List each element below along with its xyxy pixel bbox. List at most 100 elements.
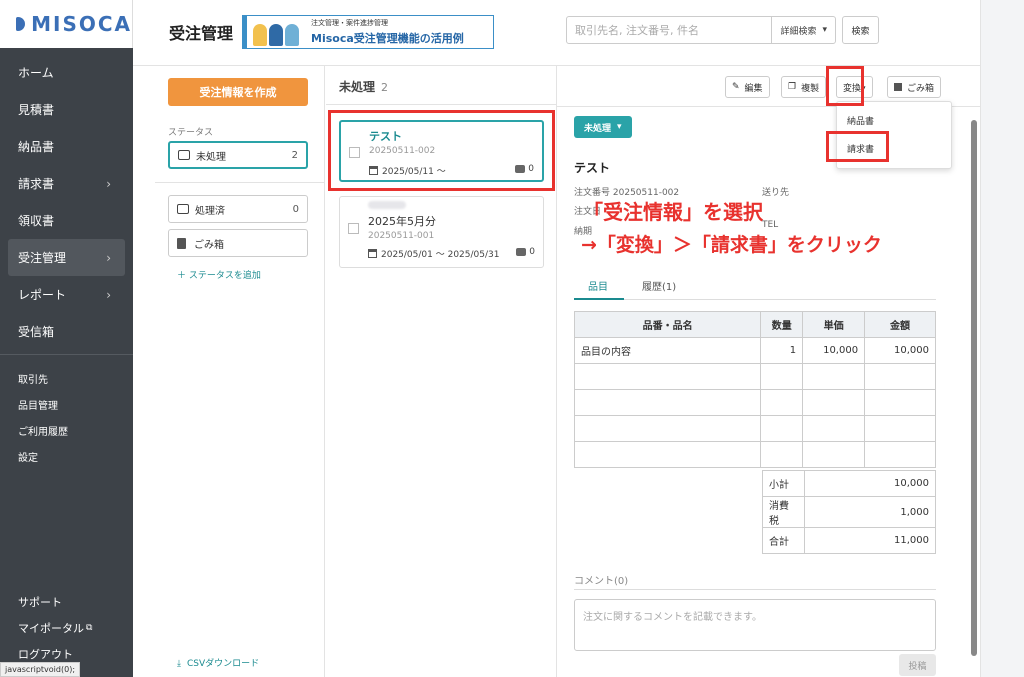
highlight-invoice-item <box>826 131 889 162</box>
total-label: 合計 <box>762 527 805 554</box>
table-cell: 10,000 <box>802 337 866 364</box>
detail-tabs: 品目 履歴(1) <box>574 274 936 300</box>
sidebar-item-label: 納品書 <box>18 140 55 154</box>
order-list-heading: 未処理 2 <box>339 78 388 95</box>
sidebar-item-label: レポート <box>18 288 67 302</box>
sidebar-item-settings[interactable]: 設定 <box>0 443 133 469</box>
sidebar-item-label: 請求書 <box>18 177 55 191</box>
scrollbar-thumb[interactable] <box>971 120 977 656</box>
tab-items[interactable]: 品目 <box>588 278 608 293</box>
table-cell <box>760 415 804 442</box>
chevron-right-icon: › <box>106 287 111 302</box>
promo-banner[interactable]: 注文管理・案件進捗管理 Misoca受注管理機能の活用例 <box>242 15 494 49</box>
status-item-done[interactable]: 処理済 0 <box>168 195 308 223</box>
status-name: 処理済 <box>195 205 225 217</box>
caret-down-icon: ▾ <box>822 25 827 35</box>
table-row: 品目の内容 1 10,000 10,000 <box>573 337 936 364</box>
status-item-pending[interactable]: 未処理 2 <box>168 141 308 169</box>
sidebar-item-myportal[interactable]: マイポータル ⧉ <box>0 615 133 641</box>
trash-icon <box>177 237 186 249</box>
sidebar-item-support[interactable]: サポート <box>0 589 133 615</box>
order-title: 2025年5月分 <box>368 215 436 228</box>
divider <box>155 182 325 183</box>
table-cell <box>573 441 762 468</box>
advanced-search-label: 詳細検索 <box>780 26 817 37</box>
table-cell <box>802 415 866 442</box>
advanced-search-dropdown[interactable]: 詳細検索 ▾ <box>771 17 835 43</box>
menu-item-delivery-note[interactable]: 納品書 <box>847 114 874 127</box>
csv-download-link[interactable]: ⤓ CSVダウンロード <box>177 656 259 669</box>
tel-label: TEL <box>762 220 779 230</box>
column-header: 単価 <box>802 311 866 338</box>
status-dropdown[interactable]: 未処理 ▾ <box>574 116 632 138</box>
edit-button[interactable]: ✎ 編集 <box>725 76 770 98</box>
banner-text: 注文管理・案件進捗管理 Misoca受注管理機能の活用例 <box>311 18 464 46</box>
sidebar-item-reports[interactable]: レポート › <box>0 276 133 313</box>
total-value: 11,000 <box>803 527 937 554</box>
post-comment-button[interactable]: 投稿 <box>899 654 936 676</box>
caret-down-icon: ▾ <box>617 122 622 132</box>
external-link-icon: ⧉ <box>86 623 93 633</box>
add-status-link[interactable]: ＋ ステータスを追加 <box>177 268 261 281</box>
inbox-icon <box>177 204 189 214</box>
order-comment-count: 0 <box>516 247 535 257</box>
sidebar-item-label: マイポータル <box>18 622 84 635</box>
page-margin <box>980 0 1024 677</box>
sidebar-item-estimates[interactable]: 見積書 <box>0 91 133 128</box>
highlight-convert-button <box>826 66 864 106</box>
sidebar-item-clients[interactable]: 取引先 <box>0 365 133 391</box>
order-detail-title: テスト <box>574 161 611 175</box>
blurred-client-name <box>368 201 406 209</box>
table-cell <box>573 389 762 416</box>
sidebar-item-home[interactable]: ホーム <box>0 54 133 91</box>
table-cell <box>864 415 936 442</box>
status-bar-link: javascriptvoid(0); <box>0 662 81 677</box>
tab-history[interactable]: 履歴(1) <box>642 278 676 293</box>
search-box: 詳細検索 ▾ <box>566 16 836 44</box>
copy-label: 複製 <box>801 83 820 94</box>
logo[interactable]: MISOCA <box>0 0 133 48</box>
sidebar-item-invoices[interactable]: 請求書 › <box>0 165 133 202</box>
calendar-icon <box>368 249 377 258</box>
order-checkbox[interactable] <box>348 223 359 234</box>
status-item-trash[interactable]: ごみ箱 <box>168 229 308 257</box>
search-button[interactable]: 検索 <box>842 16 879 44</box>
table-row <box>573 363 936 390</box>
sidebar-item-usage-history[interactable]: ご利用履歴 <box>0 417 133 443</box>
trash-label: ごみ箱 <box>907 83 935 94</box>
trash-button[interactable]: ごみ箱 <box>887 76 942 98</box>
pencil-icon: ✎ <box>732 82 740 92</box>
order-card[interactable]: 2025年5月分 20250511-001 2025/05/01 〜 2025/… <box>339 196 544 268</box>
status-count: 2 <box>291 149 298 161</box>
download-icon: ⤓ <box>177 659 181 669</box>
table-row <box>573 441 936 468</box>
comment-icon <box>516 248 527 256</box>
comment-textarea[interactable] <box>574 599 936 651</box>
sidebar-item-inbox[interactable]: 受信箱 <box>0 313 133 350</box>
sidebar-item-orders[interactable]: 受注管理 › <box>8 239 125 276</box>
create-order-button[interactable]: 受注情報を作成 <box>168 78 308 106</box>
sidebar-item-delivery[interactable]: 納品書 <box>0 128 133 165</box>
copy-button[interactable]: ❐ 複製 <box>781 76 827 98</box>
banner-title: Misoca受注管理機能の活用例 <box>311 32 464 45</box>
status-label: ステータス <box>168 128 214 138</box>
order-list-count: 2 <box>381 81 389 94</box>
table-cell <box>864 441 936 468</box>
table-cell <box>760 441 804 468</box>
scrollbar[interactable] <box>970 108 978 668</box>
order-date-text: 2025/05/01 〜 2025/05/31 <box>381 250 500 260</box>
highlight-order-card <box>328 110 555 191</box>
table-cell: 品目の内容 <box>573 337 762 364</box>
logo-text: MISOCA <box>31 12 132 36</box>
sidebar-item-products[interactable]: 品目管理 <box>0 391 133 417</box>
total-value: 10,000 <box>803 470 937 497</box>
search-input[interactable] <box>567 17 772 43</box>
csv-download-label: CSVダウンロード <box>186 659 260 669</box>
sidebar-item-receipts[interactable]: 領収書 <box>0 202 133 239</box>
total-value: 1,000 <box>803 496 937 528</box>
status-count: 0 <box>292 203 299 215</box>
status-name: ごみ箱 <box>194 239 224 251</box>
sidebar-item-label: 受信箱 <box>18 325 55 339</box>
table-cell: 1 <box>760 337 804 364</box>
people-illustration-icon <box>247 16 307 48</box>
